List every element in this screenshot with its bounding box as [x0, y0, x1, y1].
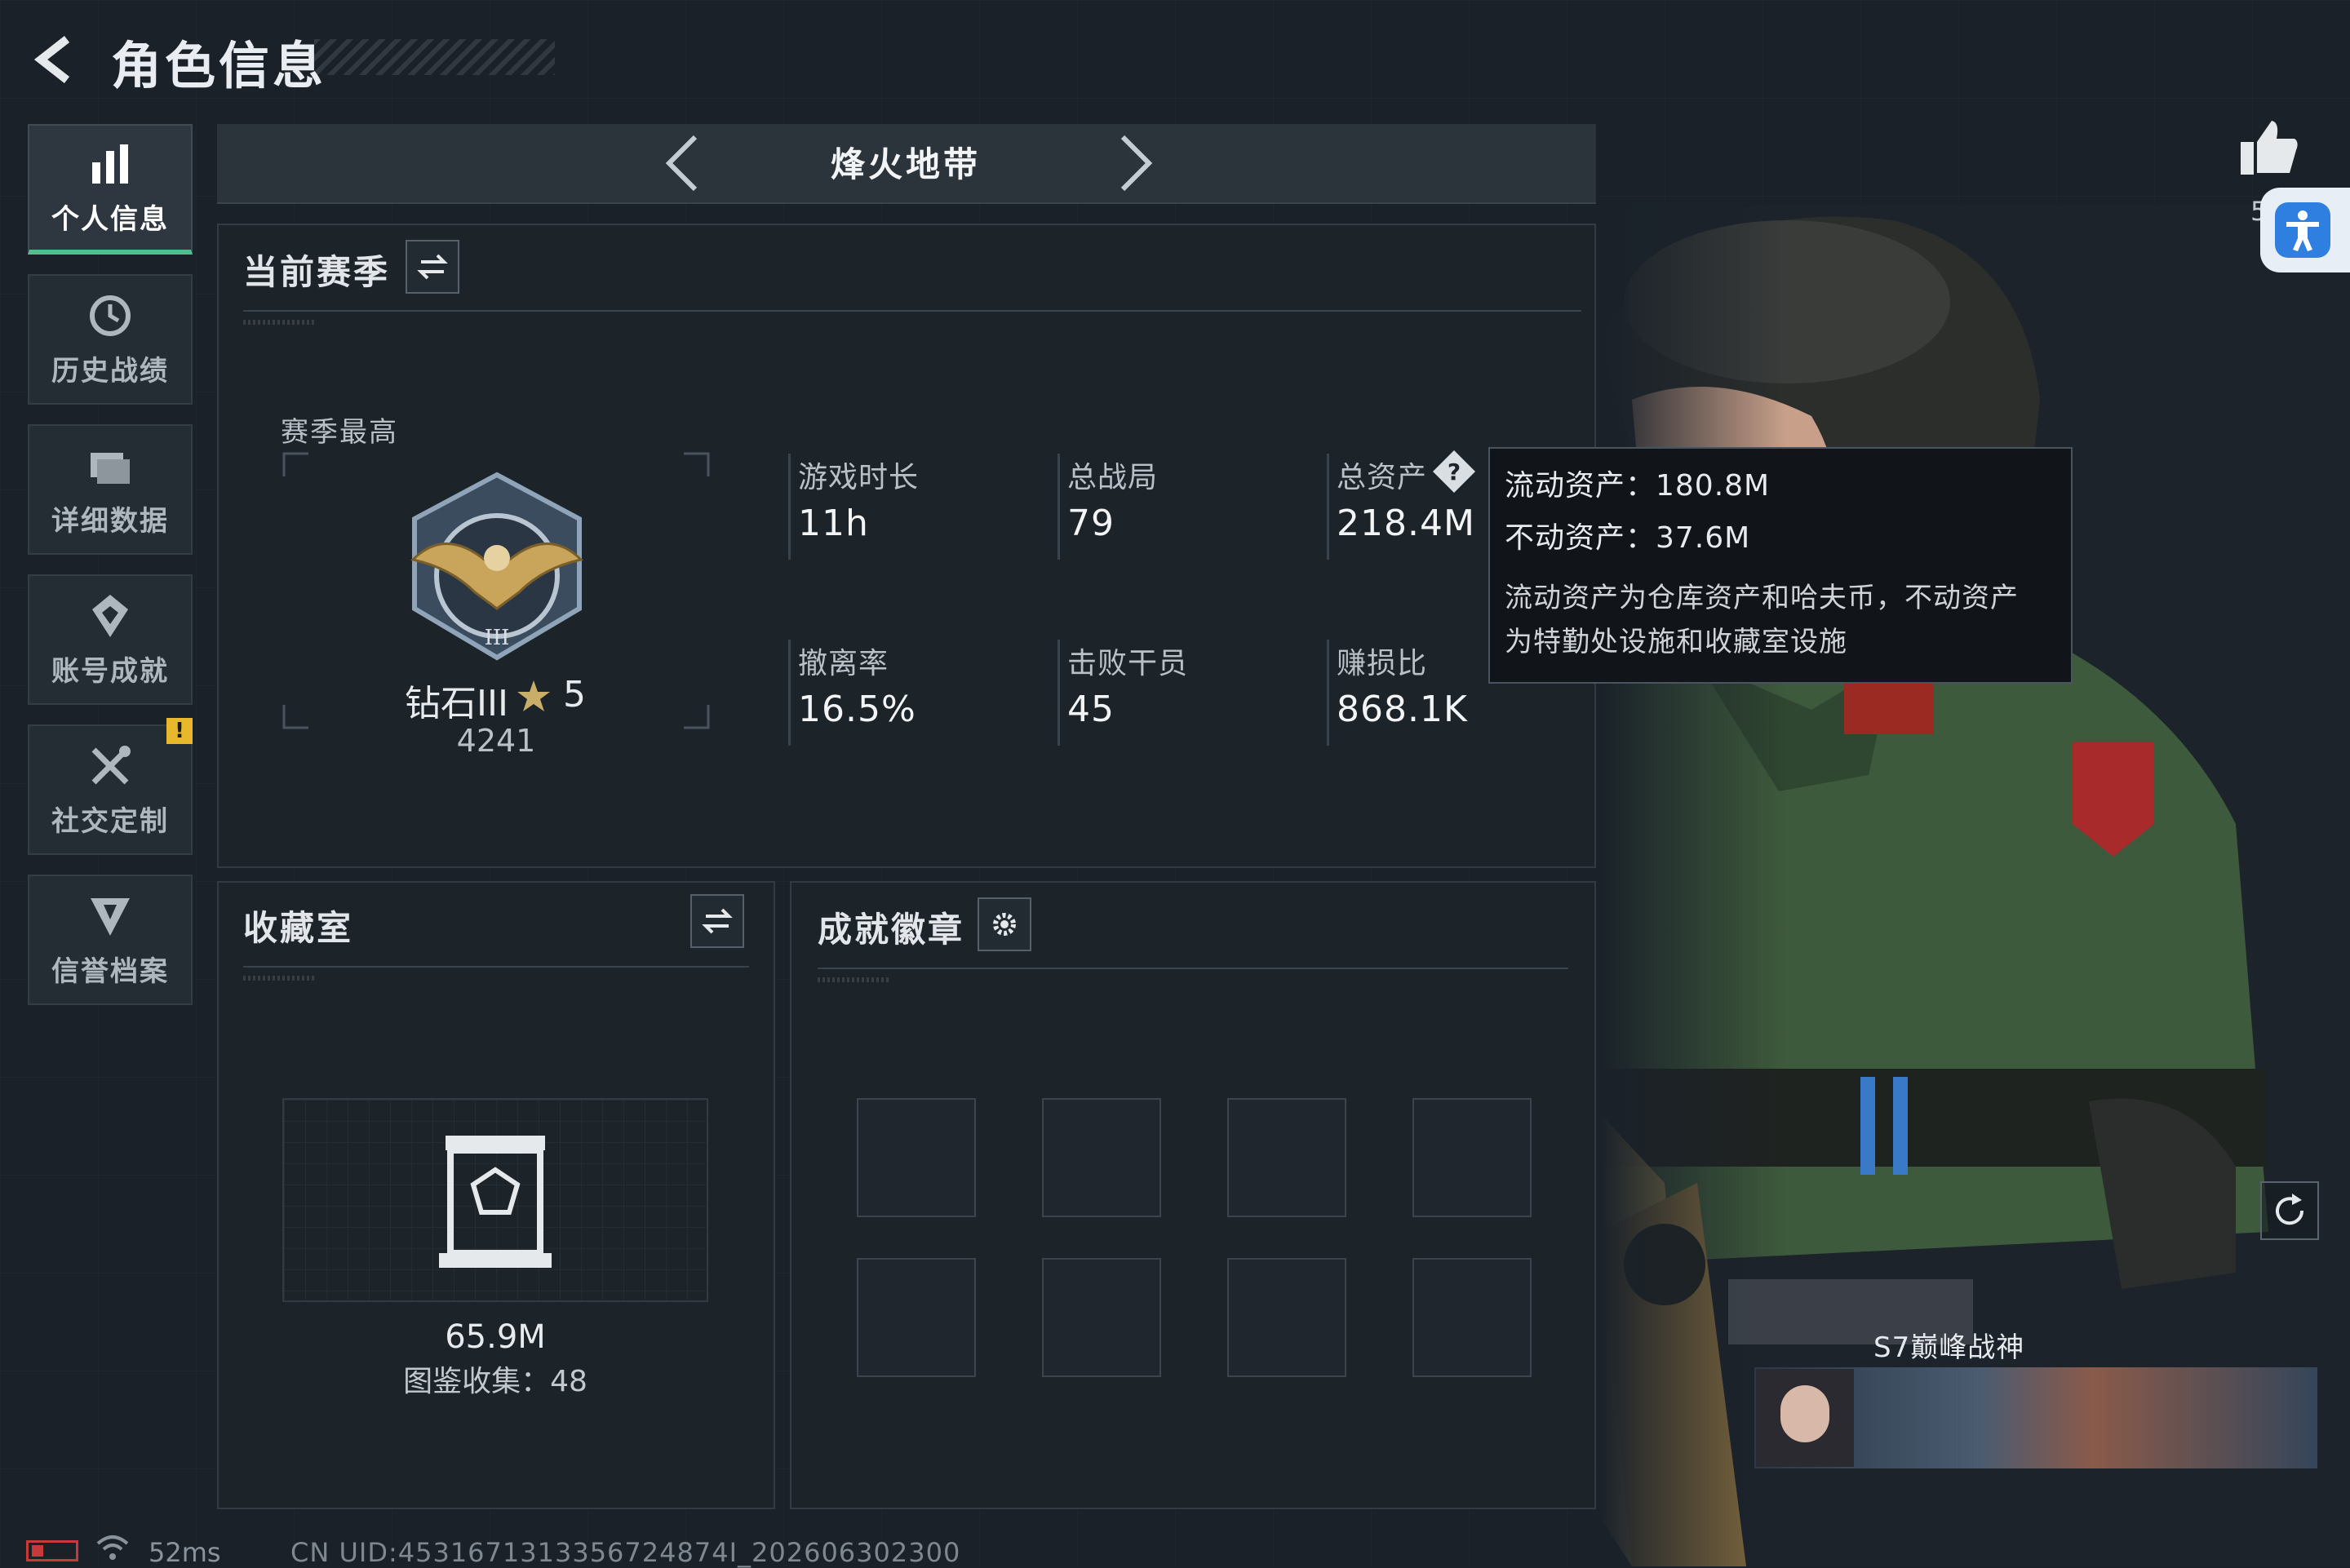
avatar-face: [1780, 1385, 1829, 1442]
stat-value-playtime: 11h: [798, 503, 869, 544]
nameplate-title: S7巅峰战神: [1873, 1331, 2025, 1364]
season-switch-button[interactable]: [406, 240, 459, 294]
tooltip-description-line1: 流动资产为仓库资产和哈夫币，不动资产: [1505, 582, 2019, 614]
display-case-icon: [439, 1136, 552, 1268]
battery-level: [32, 1545, 43, 1557]
help-icon[interactable]: ?: [1431, 449, 1477, 494]
rank-stars: 5: [563, 674, 586, 715]
rank-emblem-icon: III: [410, 472, 584, 661]
accessibility-icon: [2275, 202, 2330, 258]
nameplate-banner: [1754, 1367, 2317, 1468]
sidebar-item-label: 历史战绩: [51, 354, 169, 388]
achievement-icon: [92, 594, 128, 637]
sidebar-item-label: 账号成就: [51, 654, 169, 688]
folder-icon: [91, 452, 130, 484]
battery-icon: [26, 1540, 78, 1561]
sidebar-item-history[interactable]: 历史战绩: [28, 274, 193, 405]
star-icon: [517, 680, 550, 711]
tooltip-fixed-assets: 不动资产：37.6M: [1505, 521, 1751, 555]
decoration: [243, 320, 317, 325]
badge-slot[interactable]: [1227, 1098, 1346, 1217]
tools-icon: [91, 745, 131, 784]
wifi-icon: [96, 1535, 129, 1560]
stat-label-assets: 总资产: [1337, 461, 1428, 494]
gear-icon: [993, 913, 1016, 936]
stat-value-extract-rate: 16.5%: [798, 689, 916, 730]
collection-catalog: 图鉴收集：48: [403, 1365, 588, 1398]
stat-divider: [1327, 640, 1329, 746]
sidebar-item-credit[interactable]: 信誉档案: [28, 875, 193, 1005]
stat-divider: [1058, 640, 1060, 746]
stat-value-profit-ratio: 868.1K: [1337, 689, 1468, 730]
season-title: 当前赛季: [243, 252, 391, 292]
tooltip-liquid-assets: 流动资产：180.8M: [1505, 469, 1771, 503]
shield-icon: [91, 897, 130, 936]
badge-slot[interactable]: [1042, 1098, 1161, 1217]
alert-badge: !: [166, 718, 193, 744]
sidebar-item-label: 个人信息: [51, 202, 169, 236]
swap-icon: [417, 254, 448, 280]
badge-slot[interactable]: [1412, 1258, 1532, 1377]
chevron-left-icon[interactable]: [659, 131, 705, 196]
collection-title: 收藏室: [243, 908, 354, 948]
rank-points: 4241: [456, 723, 536, 759]
stat-label-kills: 击败干员: [1067, 647, 1189, 680]
sidebar-item-details[interactable]: 详细数据: [28, 424, 193, 555]
rotate-model-button[interactable]: [2260, 1181, 2319, 1240]
back-arrow-icon[interactable]: [24, 31, 82, 88]
player-avatar: [1756, 1369, 1854, 1467]
svg-text:III: III: [485, 626, 510, 650]
badge-slot[interactable]: [1042, 1258, 1161, 1377]
badge-slot[interactable]: [1412, 1098, 1532, 1217]
stat-divider: [788, 454, 791, 560]
page-title: 角色信息: [111, 36, 327, 95]
decoration: [818, 977, 891, 982]
sidebar-item-label: 社交定制: [51, 804, 169, 838]
uid-text: CN UID:4531671313356724874I_202606302300: [290, 1537, 961, 1568]
season-best-label: 赛季最高: [281, 416, 398, 449]
divider: [243, 310, 1581, 312]
rank-name: 钻石III: [405, 683, 508, 724]
tooltip-description-line2: 为特勤处设施和收藏室设施: [1505, 626, 1847, 658]
badges-settings-button[interactable]: [978, 897, 1031, 951]
decoration: [243, 976, 317, 981]
collection-value: 65.9M: [445, 1318, 546, 1356]
stat-label-playtime: 游戏时长: [798, 461, 920, 494]
stat-label-extract-rate: 撤离率: [798, 647, 889, 680]
stat-value-kills: 45: [1067, 689, 1115, 730]
collection-switch-button[interactable]: [690, 894, 744, 948]
divider: [243, 966, 749, 968]
stat-divider: [1327, 454, 1329, 560]
sidebar-item-label: 详细数据: [51, 504, 169, 538]
stat-label-matches: 总战局: [1067, 461, 1159, 494]
title-decoration: [314, 39, 555, 75]
stat-value-matches: 79: [1067, 503, 1115, 544]
stat-label-profit-ratio: 赚损比: [1337, 647, 1428, 680]
stat-divider: [788, 640, 791, 746]
ping-text: 52ms: [149, 1537, 221, 1568]
thumbs-up-icon[interactable]: [2236, 114, 2301, 179]
sidebar-item-achievements[interactable]: 账号成就: [28, 574, 193, 705]
badges-title: 成就徽章: [818, 910, 965, 950]
stat-value-assets: 218.4M: [1337, 503, 1475, 544]
bar-chart-icon: [92, 144, 128, 184]
sidebar-item-social[interactable]: 社交定制: [28, 724, 193, 855]
svg-text:?: ?: [1448, 458, 1461, 485]
sidebar-item-label: 信誉档案: [51, 955, 169, 988]
badge-slot[interactable]: [1227, 1258, 1346, 1377]
badge-slot[interactable]: [857, 1258, 976, 1377]
accessibility-button[interactable]: [2260, 188, 2350, 272]
refresh-icon: [2276, 1194, 2304, 1225]
divider: [818, 968, 1568, 969]
badge-slot[interactable]: [857, 1098, 976, 1217]
mode-title: 烽火地带: [830, 144, 981, 184]
stat-divider: [1058, 454, 1060, 560]
sidebar-item-personal-info[interactable]: 个人信息: [28, 124, 193, 255]
chevron-right-icon[interactable]: [1113, 131, 1159, 196]
swap-icon: [702, 908, 733, 934]
clock-icon: [90, 295, 131, 336]
